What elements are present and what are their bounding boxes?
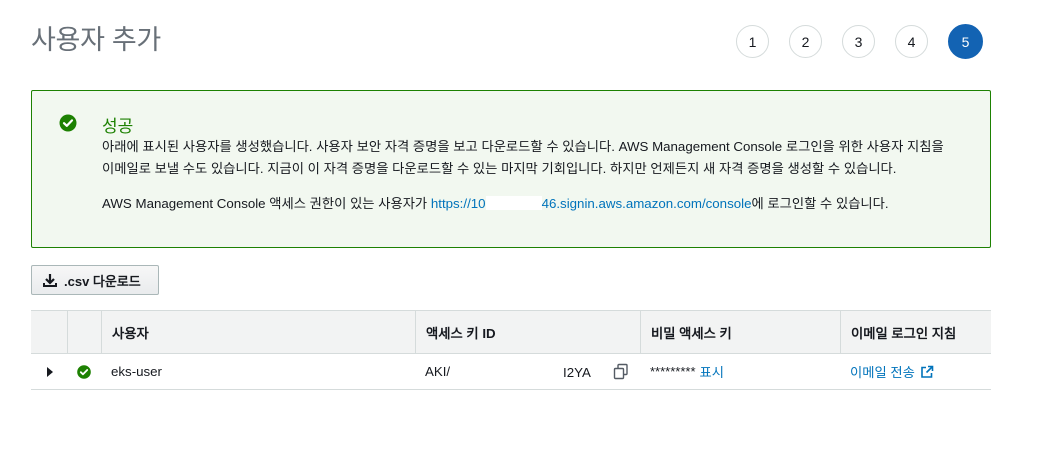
download-csv-button[interactable]: .csv 다운로드 — [31, 265, 159, 295]
expand-cell — [31, 354, 67, 389]
expand-caret-icon[interactable] — [47, 366, 53, 377]
external-link-icon[interactable] — [920, 365, 934, 379]
alert-text-line-2: 이메일로 보낼 수도 있습니다. 지금이 이 자격 증명을 다운로드할 수 있는… — [102, 160, 897, 176]
status-cell — [67, 354, 101, 389]
step-5-active[interactable]: 5 — [948, 24, 983, 59]
access-key-cell: AKI/ I2YA — [415, 354, 640, 389]
page-title: 사용자 추가 — [31, 25, 161, 55]
success-alert: 성공 아래에 표시된 사용자를 생성했습니다. 사용자 보안 자격 증명을 보고… — [31, 90, 991, 248]
wizard-steps: 1 2 3 4 5 — [736, 24, 983, 59]
console-access-text: AWS Management Console 액세스 권한이 있는 사용자가 h… — [102, 193, 972, 215]
header-user[interactable]: 사용자 — [101, 311, 415, 354]
show-secret-link[interactable]: 표시 — [700, 362, 724, 381]
access-key-prefix: AKI/ — [425, 364, 451, 379]
header-access-key-id[interactable]: 액세스 키 ID — [415, 311, 640, 354]
redacted-account-id — [485, 196, 542, 210]
send-email-link[interactable]: 이메일 전송 — [850, 362, 915, 381]
alert-text-line-1: 아래에 표시된 사용자를 생성했습니다. 사용자 보안 자격 증명을 보고 다운… — [102, 139, 944, 154]
secret-key-masked: ********* — [650, 364, 696, 379]
table-header: 사용자 액세스 키 ID 비밀 액세스 키 이메일 로그인 지침 — [31, 310, 991, 354]
console-suffix: 에 로그인할 수 있습니다. — [751, 196, 889, 211]
users-table: 사용자 액세스 키 ID 비밀 액세스 키 이메일 로그인 지침 eks-use… — [31, 310, 991, 390]
console-link-end: 46.signin.aws.amazon.com/console — [541, 196, 752, 211]
copy-icon[interactable] — [613, 363, 629, 380]
console-link-start: https://10 — [430, 196, 486, 211]
header-expand-col — [31, 311, 67, 354]
step-1[interactable]: 1 — [736, 25, 769, 58]
table-row: eks-user AKI/ I2YA ********* 표시 이메일 전송 — [31, 354, 991, 390]
console-prefix: AWS Management Console 액세스 권한이 있는 사용자가 — [102, 196, 431, 211]
step-3[interactable]: 3 — [842, 25, 875, 58]
console-signin-link[interactable]: https://10 46.signin.aws.amazon.com/conso… — [430, 196, 752, 211]
user-name-cell: eks-user — [111, 364, 162, 379]
download-icon — [43, 274, 57, 287]
download-csv-label: .csv 다운로드 — [64, 273, 141, 289]
alert-body: 아래에 표시된 사용자를 생성했습니다. 사용자 보안 자격 증명을 보고 다운… — [102, 136, 972, 215]
header-status-col — [67, 311, 101, 354]
check-circle-icon — [59, 114, 77, 132]
header-secret-key[interactable]: 비밀 액세스 키 — [640, 311, 840, 354]
success-check-icon — [77, 364, 91, 379]
step-2[interactable]: 2 — [789, 25, 822, 58]
access-key-suffix: I2YA — [563, 365, 591, 380]
secret-key-cell: ********* 표시 — [640, 354, 840, 389]
alert-title: 성공 — [102, 117, 134, 136]
redacted-access-key — [450, 362, 560, 382]
email-cell: 이메일 전송 — [840, 354, 991, 389]
header-email-instructions[interactable]: 이메일 로그인 지침 — [840, 311, 991, 354]
step-4[interactable]: 4 — [895, 25, 928, 58]
